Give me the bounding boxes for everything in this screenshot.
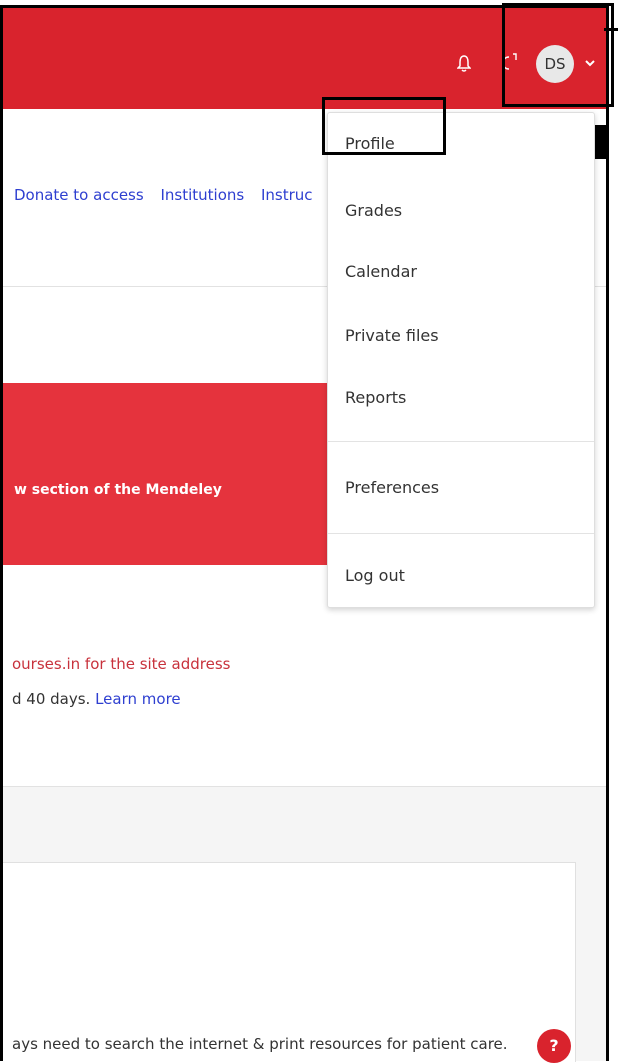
menu-item-private-files[interactable]: Private files — [345, 326, 439, 345]
profile-highlight-box — [322, 97, 446, 155]
menu-item-calendar[interactable]: Calendar — [345, 262, 417, 281]
bell-icon[interactable] — [457, 55, 471, 73]
nav-link-donate[interactable]: Donate to access — [14, 186, 144, 204]
info-card — [3, 862, 576, 1062]
menu-item-grades[interactable]: Grades — [345, 201, 402, 220]
menu-item-logout[interactable]: Log out — [345, 566, 405, 585]
section-divider-lower — [3, 786, 606, 787]
learn-more-link[interactable]: Learn more — [95, 690, 181, 708]
page-frame: DS Donate to access Institutions Instruc… — [0, 0, 618, 1063]
user-menu-highlight-box — [502, 3, 614, 107]
menu-divider — [328, 441, 594, 442]
nav-link-institutions[interactable]: Institutions — [160, 186, 244, 204]
help-icon[interactable]: ? — [537, 1029, 571, 1063]
secondary-nav: Donate to access Institutions Instruc — [14, 186, 325, 204]
outer-border-right — [606, 5, 609, 1061]
expiry-notice-text: d 40 days. — [12, 690, 96, 708]
card-text: ays need to search the internet & print … — [12, 1035, 508, 1053]
menu-item-reports[interactable]: Reports — [345, 388, 406, 407]
nav-link-instructors[interactable]: Instruc — [261, 186, 313, 204]
menu-item-preferences[interactable]: Preferences — [345, 478, 439, 497]
expiry-notice: d 40 days. Learn more — [12, 690, 181, 708]
user-dropdown-menu: Profile Grades Calendar Private files Re… — [327, 112, 595, 608]
menu-divider — [328, 533, 594, 534]
site-address-notice: ourses.in for the site address — [12, 655, 231, 673]
banner-text: w section of the Mendeley — [14, 482, 222, 498]
user-menu-highlight-pointer — [604, 28, 618, 31]
announcement-banner — [3, 383, 331, 565]
